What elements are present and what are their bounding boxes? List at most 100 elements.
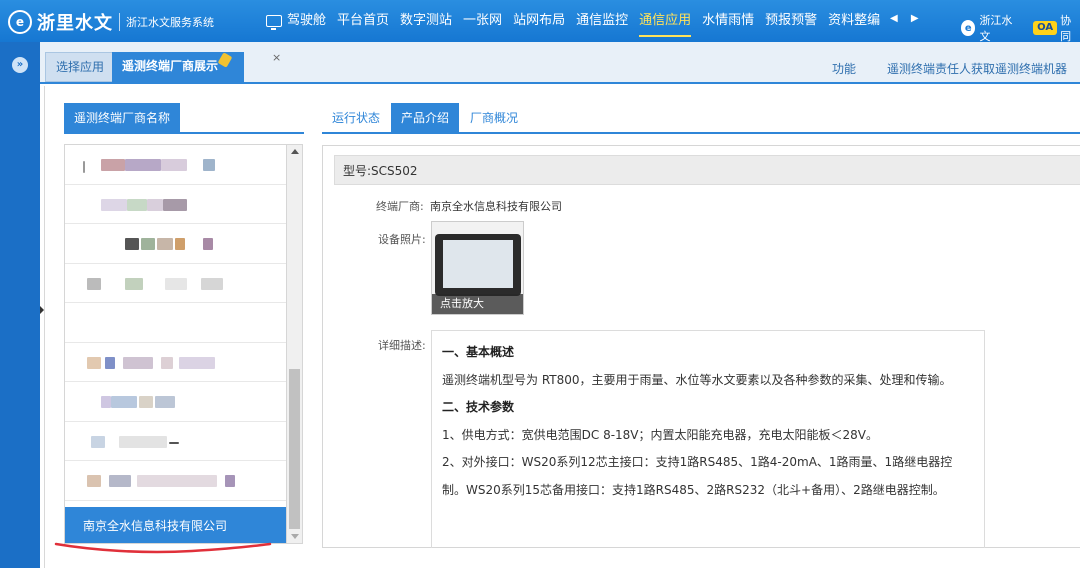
scroll-thumb[interactable]	[289, 369, 300, 529]
user-org-icon: e	[961, 20, 976, 36]
vendor-list-header: 遥测终端厂商名称	[64, 103, 181, 133]
list-item[interactable]	[65, 382, 286, 422]
top-bar: e 浙里水文 浙江水文服务系统 驾驶舱 平台首页 数字测站 一张网 站网布局 通…	[0, 0, 1080, 44]
blurred-text	[203, 159, 215, 171]
list-item[interactable]	[65, 185, 286, 224]
logo-title: 浙里水文	[37, 13, 113, 34]
vendor-list: 南京全水信息科技有限公司	[64, 144, 287, 544]
blurred-text	[83, 161, 85, 173]
device-photo[interactable]: 点击放大	[431, 221, 524, 315]
blurred-text	[91, 435, 105, 448]
desc-paragraph-3: 2、对外接口：WS20系列12芯主接口：支持1路RS485、1路4-20mA、1…	[442, 455, 953, 497]
blurred-text	[139, 396, 153, 408]
list-item[interactable]	[65, 145, 286, 185]
blurred-text	[163, 198, 187, 211]
header-underline	[64, 132, 304, 134]
tab-vendor-overview[interactable]: 厂商概况	[460, 103, 528, 133]
blurred-text	[87, 475, 101, 487]
nav-data-compile[interactable]: 资料整编	[828, 0, 880, 42]
app-logo[interactable]: e 浙里水文 浙江水文服务系统	[8, 9, 214, 35]
user-org-label[interactable]: 浙江水文	[979, 12, 1019, 44]
blurred-text	[165, 277, 187, 290]
desc-heading-1: 一、基本概述	[442, 345, 515, 359]
function-link[interactable]: 功能	[832, 60, 856, 77]
tab-label: 遥测终端厂商展示	[122, 59, 219, 73]
vendor-label: 终端厂商:	[376, 200, 424, 213]
list-item[interactable]	[65, 343, 286, 382]
detail-tabs: 运行状态 产品介绍 厂商概况	[322, 103, 528, 133]
blurred-text	[169, 441, 179, 444]
blurred-text	[101, 396, 111, 408]
nav-comm-monitor[interactable]: 通信监控	[576, 0, 628, 42]
nav-water-rain[interactable]: 水情雨情	[702, 0, 754, 42]
close-icon[interactable]: ×	[272, 51, 281, 64]
list-item[interactable]	[65, 224, 286, 264]
nav-label: 驾驶舱	[287, 13, 327, 28]
tab-bar: 选择应用 遥测终端厂商展示 × 功能 遥测终端责任人获取遥测终端机器	[40, 42, 1080, 84]
desc-heading-2: 二、技术参数	[442, 400, 515, 414]
notice-marquee[interactable]: 遥测终端责任人获取遥测终端机器	[887, 60, 1067, 77]
desc-paragraph-2: 1、供电方式：宽供电范围DC 8-18V；内置太阳能充电器，充电太阳能板＜28V…	[442, 427, 878, 442]
logo-divider	[119, 13, 120, 31]
main-nav: 驾驶舱 平台首页 数字测站 一张网 站网布局 通信监控 通信应用 水情雨情 预报…	[266, 0, 891, 42]
list-item[interactable]	[65, 264, 286, 303]
nav-one-network[interactable]: 一张网	[463, 0, 502, 42]
top-right-tools: e 浙江水文 OA 协同	[961, 12, 1080, 44]
blurred-text	[179, 356, 215, 369]
blurred-text	[127, 198, 147, 211]
nav-next-icon[interactable]: ▶	[911, 13, 919, 24]
blurred-text	[87, 277, 101, 290]
list-scrollbar[interactable]	[287, 144, 303, 544]
photo-label: 设备照片:	[378, 233, 426, 246]
blurred-text	[87, 356, 101, 369]
nav-home[interactable]: 平台首页	[337, 0, 389, 42]
blurred-text	[141, 238, 155, 250]
blurred-text	[101, 198, 127, 211]
tab-select-app[interactable]: 选择应用	[45, 52, 116, 82]
blurred-text	[161, 159, 187, 171]
vendor-value: 南京全水信息科技有限公司	[430, 200, 562, 213]
list-item[interactable]	[65, 303, 286, 343]
nav-cockpit[interactable]: 驾驶舱	[266, 0, 326, 42]
tab-product-intro[interactable]: 产品介绍	[391, 103, 460, 133]
nav-prev-icon[interactable]: ◀	[890, 13, 898, 24]
blurred-text	[161, 356, 173, 369]
zoom-button[interactable]: 点击放大	[432, 294, 523, 314]
tab-run-status[interactable]: 运行状态	[322, 103, 390, 133]
desc-paragraph-1: 遥测终端机型号为 RT800，主要用于雨量、水位等水文要素以及各种参数的采集、处…	[442, 372, 952, 387]
blurred-text	[123, 356, 153, 369]
expand-icon[interactable]: »	[12, 57, 28, 73]
monitor-icon	[266, 15, 282, 30]
blurred-text	[147, 198, 163, 211]
blurred-text	[157, 238, 173, 250]
blurred-text	[119, 435, 167, 448]
scroll-up-icon[interactable]	[291, 149, 299, 154]
oa-icon[interactable]: OA	[1033, 21, 1058, 35]
nav-scroll-arrows: ◀ ▶	[890, 13, 929, 24]
model-title: 型号:SCS502	[334, 155, 1080, 185]
tab-vendor-display[interactable]: 遥测终端厂商展示	[112, 52, 244, 82]
list-item[interactable]	[65, 422, 286, 461]
blurred-text	[125, 277, 143, 290]
blurred-text	[225, 475, 235, 487]
nav-digital-station[interactable]: 数字测站	[400, 0, 452, 42]
device-image	[435, 234, 521, 296]
scroll-down-icon[interactable]	[291, 534, 299, 539]
nav-station-layout[interactable]: 站网布局	[513, 0, 565, 42]
side-strip: »	[0, 42, 40, 568]
logo-icon: e	[8, 10, 32, 34]
nav-forecast[interactable]: 预报预警	[765, 0, 817, 42]
blurred-text	[125, 238, 139, 250]
red-annotation-underline	[54, 542, 272, 554]
list-item[interactable]	[65, 461, 286, 501]
blurred-text	[109, 475, 131, 487]
blurred-text	[137, 475, 217, 487]
oa-label[interactable]: 协同	[1060, 12, 1080, 44]
blurred-text	[201, 277, 223, 290]
nav-comm-app[interactable]: 通信应用	[639, 0, 692, 42]
tabs-underline	[322, 132, 1080, 134]
blurred-text	[111, 396, 137, 408]
blurred-text	[203, 238, 213, 250]
blurred-text	[105, 356, 115, 369]
desc-label: 详细描述:	[378, 339, 426, 352]
